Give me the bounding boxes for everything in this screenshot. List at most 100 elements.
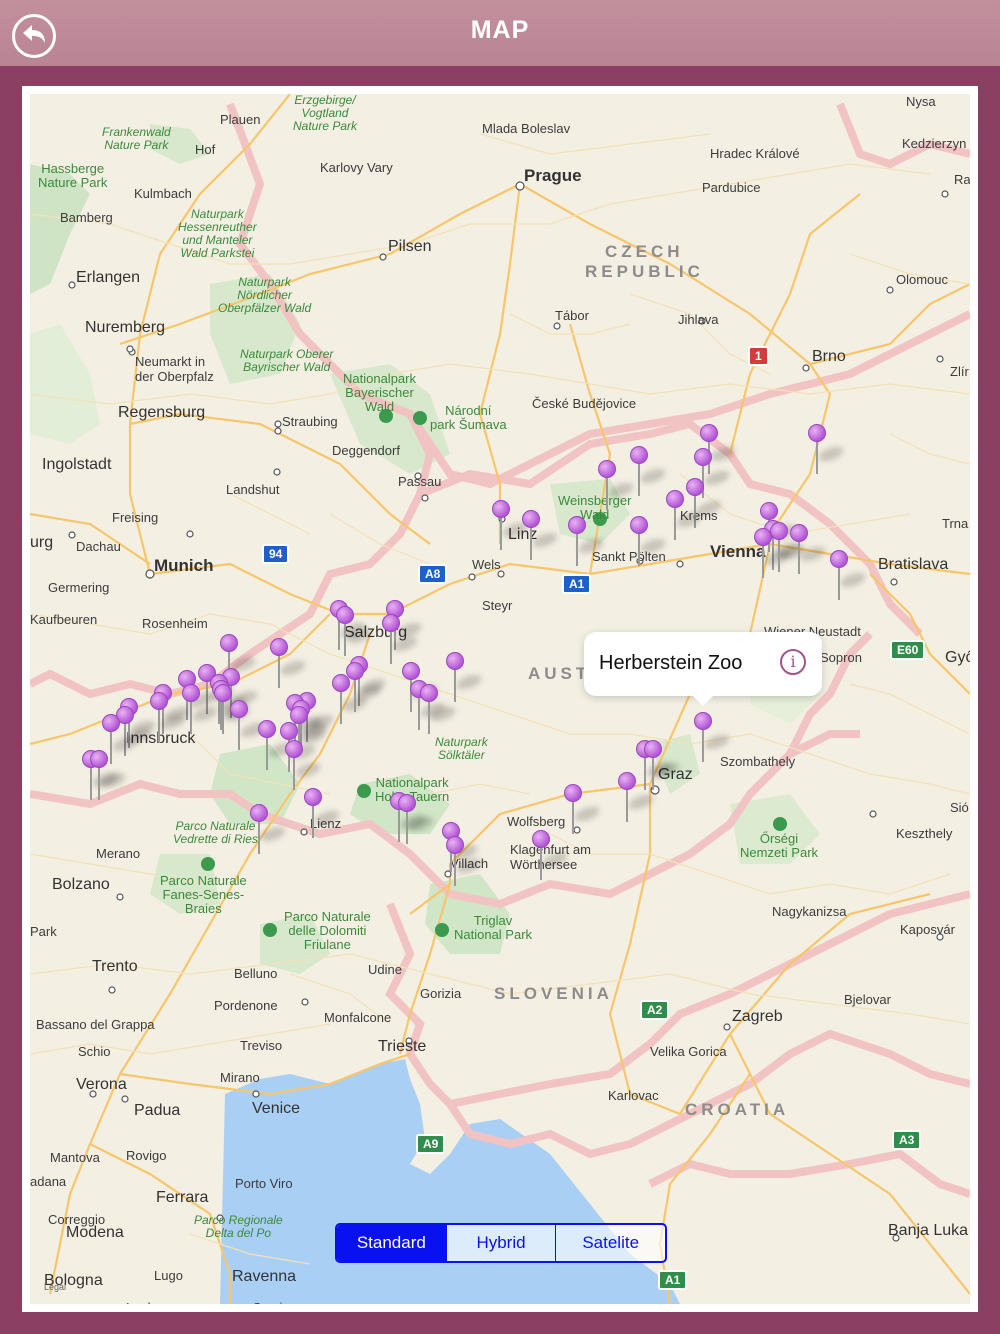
map-label-republic: REPUBLIC <box>585 262 704 281</box>
map-pin[interactable] <box>398 794 436 846</box>
map-label-vogtland: Erzgebirge/Vogtland Nature Park <box>293 94 358 133</box>
map-pin[interactable] <box>568 516 606 568</box>
map-label-rieser: Parco Naturale Vedrette di Ries <box>173 819 258 846</box>
pin-head-icon <box>830 550 848 568</box>
map-label-germering: Germering <box>48 580 110 595</box>
map-pin[interactable] <box>666 490 704 542</box>
map-pin[interactable] <box>522 510 560 562</box>
map-label-rovigo: Rovigo <box>126 1148 167 1163</box>
map-label-trieste: Trieste <box>378 1038 427 1055</box>
pin-head-icon <box>770 522 788 540</box>
map-pin[interactable] <box>382 614 420 666</box>
map-pin[interactable] <box>830 550 868 602</box>
map-label-udine: Udine <box>368 962 402 977</box>
map-label-bolzano: Bolzano <box>52 876 110 893</box>
map-pin[interactable] <box>90 750 128 802</box>
map-pin[interactable] <box>808 424 846 476</box>
map-pin[interactable] <box>598 460 636 512</box>
map-pin[interactable] <box>182 684 220 736</box>
pin-head-icon <box>402 662 420 680</box>
map-label-bayrischer: Naturpark Oberer Bayrischer Wald <box>240 347 334 374</box>
map-label-padua: Padua <box>134 1102 181 1119</box>
map-label-karlovy: Karlovy Vary <box>320 160 393 175</box>
map-pin[interactable] <box>630 516 668 568</box>
map-pin[interactable] <box>420 684 458 736</box>
info-icon[interactable]: i <box>780 649 806 675</box>
navigation-bar: MAP <box>0 0 1000 66</box>
map-pin[interactable] <box>304 788 342 840</box>
pin-head-icon <box>644 740 662 758</box>
map-label-park: Park <box>30 924 57 939</box>
map-label-kaufbeuren: Kaufbeuren <box>30 612 98 627</box>
segment-satellite[interactable]: Satelite <box>555 1225 665 1261</box>
map-label-steyr: Steyr <box>482 598 513 613</box>
map-pin[interactable] <box>564 784 602 836</box>
map-pin[interactable] <box>258 720 296 772</box>
map-label-delta: Parco Regionale Delta del Po <box>194 1213 283 1240</box>
map-pin[interactable] <box>618 772 656 824</box>
map-label-imola: Imola <box>126 1300 158 1304</box>
pin-head-icon <box>532 830 550 848</box>
map-pin[interactable] <box>250 804 288 856</box>
map-label-hassberge: Hassberge Nature Park <box>38 161 108 190</box>
pin-head-icon <box>258 720 276 738</box>
map-frame: Plauen Erzgebirge/Vogtland Nature Park Fran… <box>22 86 978 1312</box>
map-pin[interactable] <box>532 830 570 882</box>
map-label-hradec: Hradec Králové <box>710 146 800 161</box>
pin-head-icon <box>304 788 322 806</box>
map-label-straubing: Straubing <box>282 414 338 429</box>
segment-standard[interactable]: Standard <box>337 1225 446 1261</box>
map-label-erlangen: Erlangen <box>76 269 141 286</box>
map-label-ferrara: Ferrara <box>156 1189 209 1206</box>
annotation-callout[interactable]: Herberstein Zoo i <box>584 632 822 706</box>
map-label-belluno: Belluno <box>234 966 278 981</box>
map-pin[interactable] <box>270 638 308 690</box>
road-shield-a94: 94 <box>262 544 290 564</box>
map-label-sumava: Národní park Šumava <box>430 403 507 432</box>
map-pin[interactable] <box>770 522 808 574</box>
pin-head-icon <box>182 684 200 702</box>
map-label-sopron: Sopron <box>820 650 862 665</box>
map-pin[interactable] <box>492 500 530 552</box>
map-label-mirano: Mirano <box>220 1070 260 1085</box>
map-label-rosenheim: Rosenheim <box>142 616 208 631</box>
map-view[interactable]: Plauen Erzgebirge/Vogtland Nature Park Fran… <box>30 94 970 1304</box>
map-label-keszthely: Keszthely <box>896 826 953 841</box>
map-label-np_bayerischer: Nationalpark Bayerischer Wald <box>343 371 416 414</box>
map-pin[interactable] <box>150 692 188 744</box>
map-label-lugo: Lugo <box>154 1268 183 1283</box>
pin-head-icon <box>280 722 298 740</box>
map-pin[interactable] <box>336 606 374 658</box>
road-shield-e60: E60 <box>890 640 926 660</box>
map-pin[interactable] <box>285 740 323 792</box>
map-label-mlada: Mlada Boleslav <box>482 121 571 136</box>
legal-link[interactable]: Legal <box>44 1282 66 1292</box>
segment-hybrid[interactable]: Hybrid <box>445 1225 556 1261</box>
map-label-freising: Freising <box>112 510 159 525</box>
map-label-budejovice: České Budějovice <box>532 396 637 411</box>
map-label-nuremberg: Nuremberg <box>85 319 166 336</box>
pin-head-icon <box>568 516 586 534</box>
map-pin[interactable] <box>694 712 732 764</box>
map-label-trna: Trna <box>942 516 969 531</box>
map-pin[interactable] <box>446 652 484 704</box>
map-label-deggendorf: Deggendorf <box>332 443 400 458</box>
map-pin[interactable] <box>346 662 384 714</box>
road-shield-a3: A3 <box>892 1130 922 1150</box>
map-label-regensburg: Regensburg <box>118 404 206 421</box>
pin-head-icon <box>492 500 510 518</box>
pin-head-icon <box>220 634 238 652</box>
page-title: MAP <box>470 16 530 44</box>
pin-head-icon <box>618 772 636 790</box>
map-label-ravenna: Ravenna <box>232 1268 297 1285</box>
map-pin[interactable] <box>644 740 682 792</box>
map-label-bassano: Bassano del Grappa <box>36 1017 155 1032</box>
map-pin[interactable] <box>630 446 668 498</box>
map-pin[interactable] <box>790 524 828 576</box>
map-label-zagreb: Zagreb <box>732 1008 783 1025</box>
map-pin[interactable] <box>230 700 268 752</box>
map-label-solktaler: Naturpark Sölktäler <box>435 735 488 762</box>
map-label-plauen: Plauen <box>220 112 261 127</box>
map-pin[interactable] <box>446 836 484 888</box>
map-type-segmented-control[interactable]: Standard Hybrid Satelite <box>335 1223 667 1263</box>
